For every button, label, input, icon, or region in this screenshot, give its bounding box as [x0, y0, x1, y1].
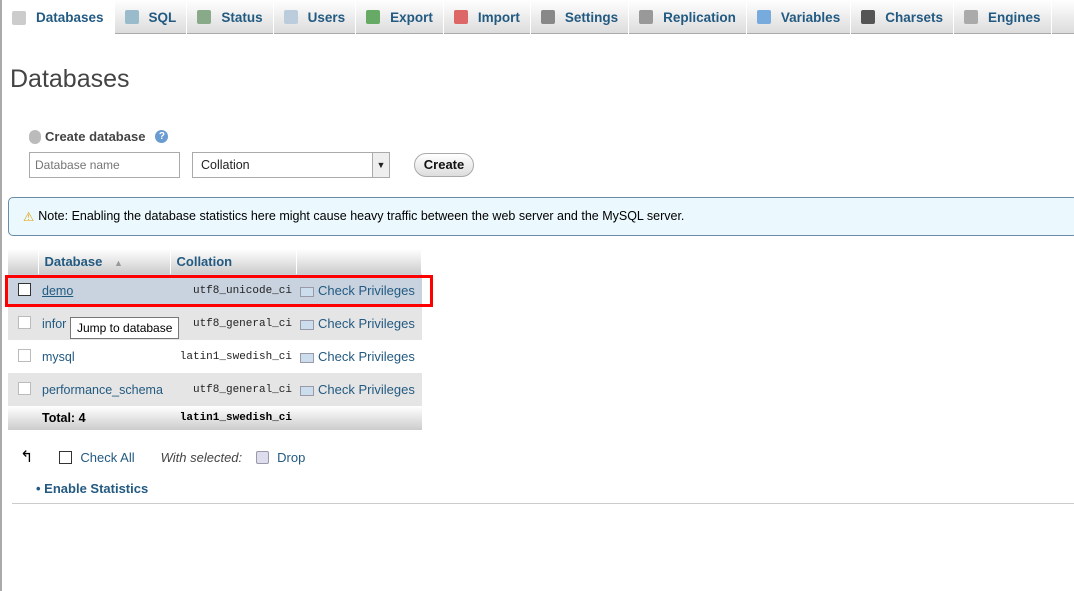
tab-sql[interactable]: SQL [115, 0, 188, 34]
database-link[interactable]: performance_schema [42, 383, 163, 397]
tab-charsets[interactable]: Charsets [851, 0, 954, 34]
row-checkbox[interactable] [18, 348, 31, 362]
tab-settings[interactable]: Settings [531, 0, 630, 34]
tab-users[interactable]: Users [274, 0, 357, 34]
charsets-icon [861, 10, 876, 24]
tab-label: Charsets [885, 9, 943, 25]
database-add-icon [29, 129, 41, 144]
database-cell: mysql [38, 340, 170, 373]
create-database-label: Create database [45, 129, 146, 144]
check-privileges-link[interactable]: Check Privileges [300, 316, 415, 331]
tab-label: Users [307, 9, 346, 25]
page-title: Databases [10, 65, 130, 93]
enable-statistics-item: • Enable Statistics [36, 481, 149, 496]
tab-label: SQL [148, 9, 177, 25]
sort-asc-icon: ▲ [113, 258, 123, 268]
divider [12, 503, 1074, 504]
check-privileges-link[interactable]: Check Privileges [300, 382, 415, 397]
top-tab-bar: Databases SQL Status Users Export Import Setti… [2, 0, 1074, 35]
total-collation: latin1_swedish_ci [170, 406, 296, 430]
database-icon [12, 10, 26, 25]
row-checkbox-cell [8, 307, 38, 340]
tab-label: Engines [987, 9, 1041, 25]
tab-label: Status [221, 9, 263, 25]
create-button[interactable]: Create [414, 153, 474, 177]
row-checkbox[interactable] [18, 315, 31, 329]
privileges-icon [300, 352, 314, 363]
check-all-checkbox[interactable] [59, 450, 73, 464]
collation-value: Collation [201, 158, 250, 172]
total-empty [296, 406, 422, 430]
replication-icon [639, 10, 654, 24]
collation-cell: latin1_swedish_ci [179, 350, 292, 363]
database-link[interactable]: mysql [42, 350, 75, 364]
table-row: mysql latin1_swedish_ci Check Privileges [8, 340, 422, 373]
wrench-icon [540, 10, 555, 24]
privileges-icon [300, 319, 314, 330]
check-privileges-label: Check Privileges [318, 382, 415, 397]
arrow-up-left-icon: ↰ [20, 449, 34, 466]
check-privileges-label: Check Privileges [318, 316, 415, 331]
total-row: Total: 4 latin1_swedish_ci [8, 406, 422, 430]
select-column-header [8, 249, 39, 274]
variables-icon [756, 10, 771, 24]
total-spacer [8, 406, 38, 430]
tab-replication[interactable]: Replication [629, 0, 747, 34]
tab-engines[interactable]: Engines [954, 0, 1052, 34]
action-column-header [296, 249, 422, 274]
tab-import[interactable]: Import [444, 0, 531, 34]
drop-button[interactable]: Drop [277, 450, 305, 465]
collation-cell: utf8_general_ci [170, 373, 296, 406]
create-database-heading: Create database ? [29, 129, 169, 144]
action-cell: Check Privileges [296, 373, 422, 406]
tab-label: Export [390, 9, 433, 25]
database-name-input[interactable] [29, 152, 180, 178]
bulk-actions: ↰ Check All With selected: Drop [20, 447, 305, 467]
tab-label: Settings [564, 9, 619, 25]
total-label: Total: 4 [38, 406, 170, 430]
row-checkbox-cell [8, 340, 38, 373]
table-row: performance_schema utf8_general_ci Check… [8, 373, 422, 406]
engines-icon [963, 10, 978, 24]
tab-label: Replication [663, 9, 736, 25]
database-column-header[interactable]: Database ▲ [38, 249, 171, 274]
database-header-label: Database [44, 254, 103, 269]
tab-label: Databases [36, 10, 104, 25]
collation-cell: utf8_general_ci [170, 307, 296, 340]
import-icon [453, 10, 468, 24]
row-checkbox-cell [8, 373, 38, 406]
collation-select[interactable]: Collation ▼ [192, 152, 390, 178]
tab-databases[interactable]: Databases [2, 0, 115, 35]
collation-column-header: Collation [170, 249, 297, 274]
warning-icon: ⚠ [23, 210, 35, 224]
tooltip: Jump to database [70, 317, 180, 339]
status-icon [197, 10, 212, 24]
with-selected-label: With selected: [160, 449, 243, 465]
action-cell: Check Privileges [296, 340, 422, 373]
help-icon[interactable]: ? [155, 130, 169, 143]
highlight-box [5, 275, 433, 307]
tab-label: Import [477, 9, 520, 25]
action-cell: Check Privileges [296, 307, 422, 340]
notice-box: ⚠ Note: Enabling the database statistics … [8, 197, 1074, 236]
tab-variables[interactable]: Variables [747, 0, 852, 34]
drop-icon [256, 450, 270, 464]
enable-statistics-link[interactable]: Enable Statistics [44, 481, 148, 496]
row-checkbox[interactable] [18, 381, 31, 395]
check-privileges-label: Check Privileges [318, 349, 415, 364]
check-all-link[interactable]: Check All [80, 450, 134, 465]
tab-label: Variables [780, 9, 841, 25]
export-icon [366, 10, 381, 24]
privileges-icon [300, 385, 314, 396]
database-link[interactable]: infor [42, 317, 66, 331]
sql-icon [124, 10, 139, 24]
database-cell: performance_schema [38, 373, 170, 406]
chevron-down-icon: ▼ [372, 153, 389, 177]
tab-status[interactable]: Status [187, 0, 274, 34]
tab-export[interactable]: Export [356, 0, 444, 34]
users-icon [283, 10, 298, 24]
check-privileges-link[interactable]: Check Privileges [300, 349, 415, 364]
notice-text: Note: Enabling the database statistics h… [38, 209, 685, 223]
